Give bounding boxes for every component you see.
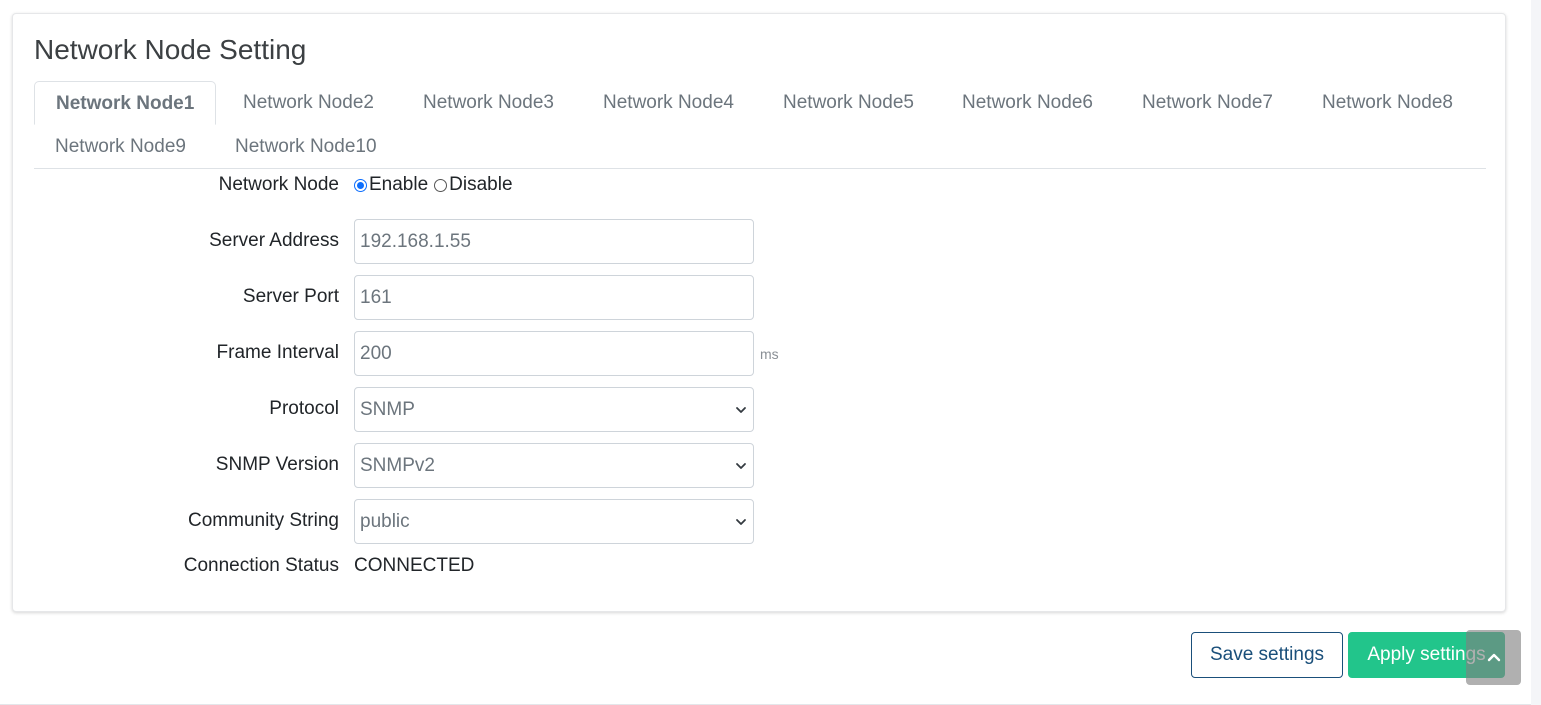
network-node-setting-card: Network Node Setting Network Node1 Netwo… bbox=[12, 13, 1506, 612]
network-node-label: Network Node bbox=[218, 174, 339, 195]
chevron-up-icon bbox=[1487, 653, 1500, 661]
protocol-selected-value: SNMP bbox=[360, 399, 415, 420]
disable-radio[interactable] bbox=[434, 178, 448, 192]
tab-network-node-4[interactable]: Network Node4 bbox=[582, 81, 755, 125]
community-string-label: Community String bbox=[188, 510, 339, 531]
snmp-version-selected-value: SNMPv2 bbox=[360, 455, 435, 476]
tab-network-node-8[interactable]: Network Node8 bbox=[1301, 81, 1474, 125]
node-tabs: Network Node1 Network Node2 Network Node… bbox=[34, 81, 1486, 169]
frame-interval-input[interactable]: 200 bbox=[354, 331, 754, 376]
connection-status-value: CONNECTED bbox=[354, 555, 475, 576]
server-port-input[interactable]: 161 bbox=[354, 275, 754, 320]
tab-network-node-9[interactable]: Network Node9 bbox=[34, 125, 207, 169]
tab-network-node-7[interactable]: Network Node7 bbox=[1121, 81, 1294, 125]
chevron-down-icon bbox=[736, 519, 746, 525]
chevron-down-icon bbox=[736, 407, 746, 413]
community-string-select[interactable]: public bbox=[354, 499, 754, 544]
server-address-row: Server Address 192.168.1.55 bbox=[13, 219, 813, 264]
tab-network-node-5[interactable]: Network Node5 bbox=[762, 81, 935, 125]
server-port-row: Server Port 161 bbox=[13, 275, 813, 320]
network-node-row: Network Node Enable Disable bbox=[13, 174, 813, 198]
tab-network-node-6[interactable]: Network Node6 bbox=[941, 81, 1114, 125]
tab-network-node-1[interactable]: Network Node1 bbox=[34, 81, 217, 125]
card-title: Network Node Setting bbox=[34, 34, 307, 65]
community-string-selected-value: public bbox=[360, 511, 410, 532]
snmp-version-label: SNMP Version bbox=[215, 454, 339, 475]
enable-radio[interactable] bbox=[354, 178, 367, 192]
frame-interval-unit: ms bbox=[760, 346, 779, 362]
tab-network-node-3[interactable]: Network Node3 bbox=[402, 81, 575, 125]
frame-interval-row: Frame Interval 200 ms bbox=[13, 331, 813, 376]
server-address-label: Server Address bbox=[209, 230, 339, 251]
protocol-row: Protocol SNMP bbox=[13, 387, 813, 432]
snmp-version-select[interactable]: SNMPv2 bbox=[354, 443, 754, 488]
server-address-input[interactable]: 192.168.1.55 bbox=[354, 219, 754, 264]
enable-radio-label[interactable]: Enable bbox=[369, 174, 428, 196]
frame-interval-label: Frame Interval bbox=[216, 342, 339, 363]
tab-network-node-2[interactable]: Network Node2 bbox=[222, 81, 395, 125]
chevron-down-icon bbox=[736, 463, 746, 469]
connection-status-label: Connection Status bbox=[183, 555, 339, 576]
snmp-version-row: SNMP Version SNMPv2 bbox=[13, 443, 813, 488]
tab-network-node-10[interactable]: Network Node10 bbox=[214, 125, 398, 169]
protocol-label: Protocol bbox=[269, 398, 339, 419]
connection-status-row: Connection Status CONNECTED bbox=[13, 555, 813, 579]
community-string-row: Community String public bbox=[13, 499, 813, 544]
scroll-to-top-button[interactable] bbox=[1466, 630, 1521, 685]
server-port-label: Server Port bbox=[242, 286, 339, 307]
save-settings-button[interactable]: Save settings bbox=[1191, 632, 1343, 678]
page-scrollbar-track bbox=[1531, 0, 1541, 705]
disable-radio-label[interactable]: Disable bbox=[449, 174, 512, 196]
protocol-select[interactable]: SNMP bbox=[354, 387, 754, 432]
network-node-radio-group: Enable Disable bbox=[354, 174, 513, 196]
